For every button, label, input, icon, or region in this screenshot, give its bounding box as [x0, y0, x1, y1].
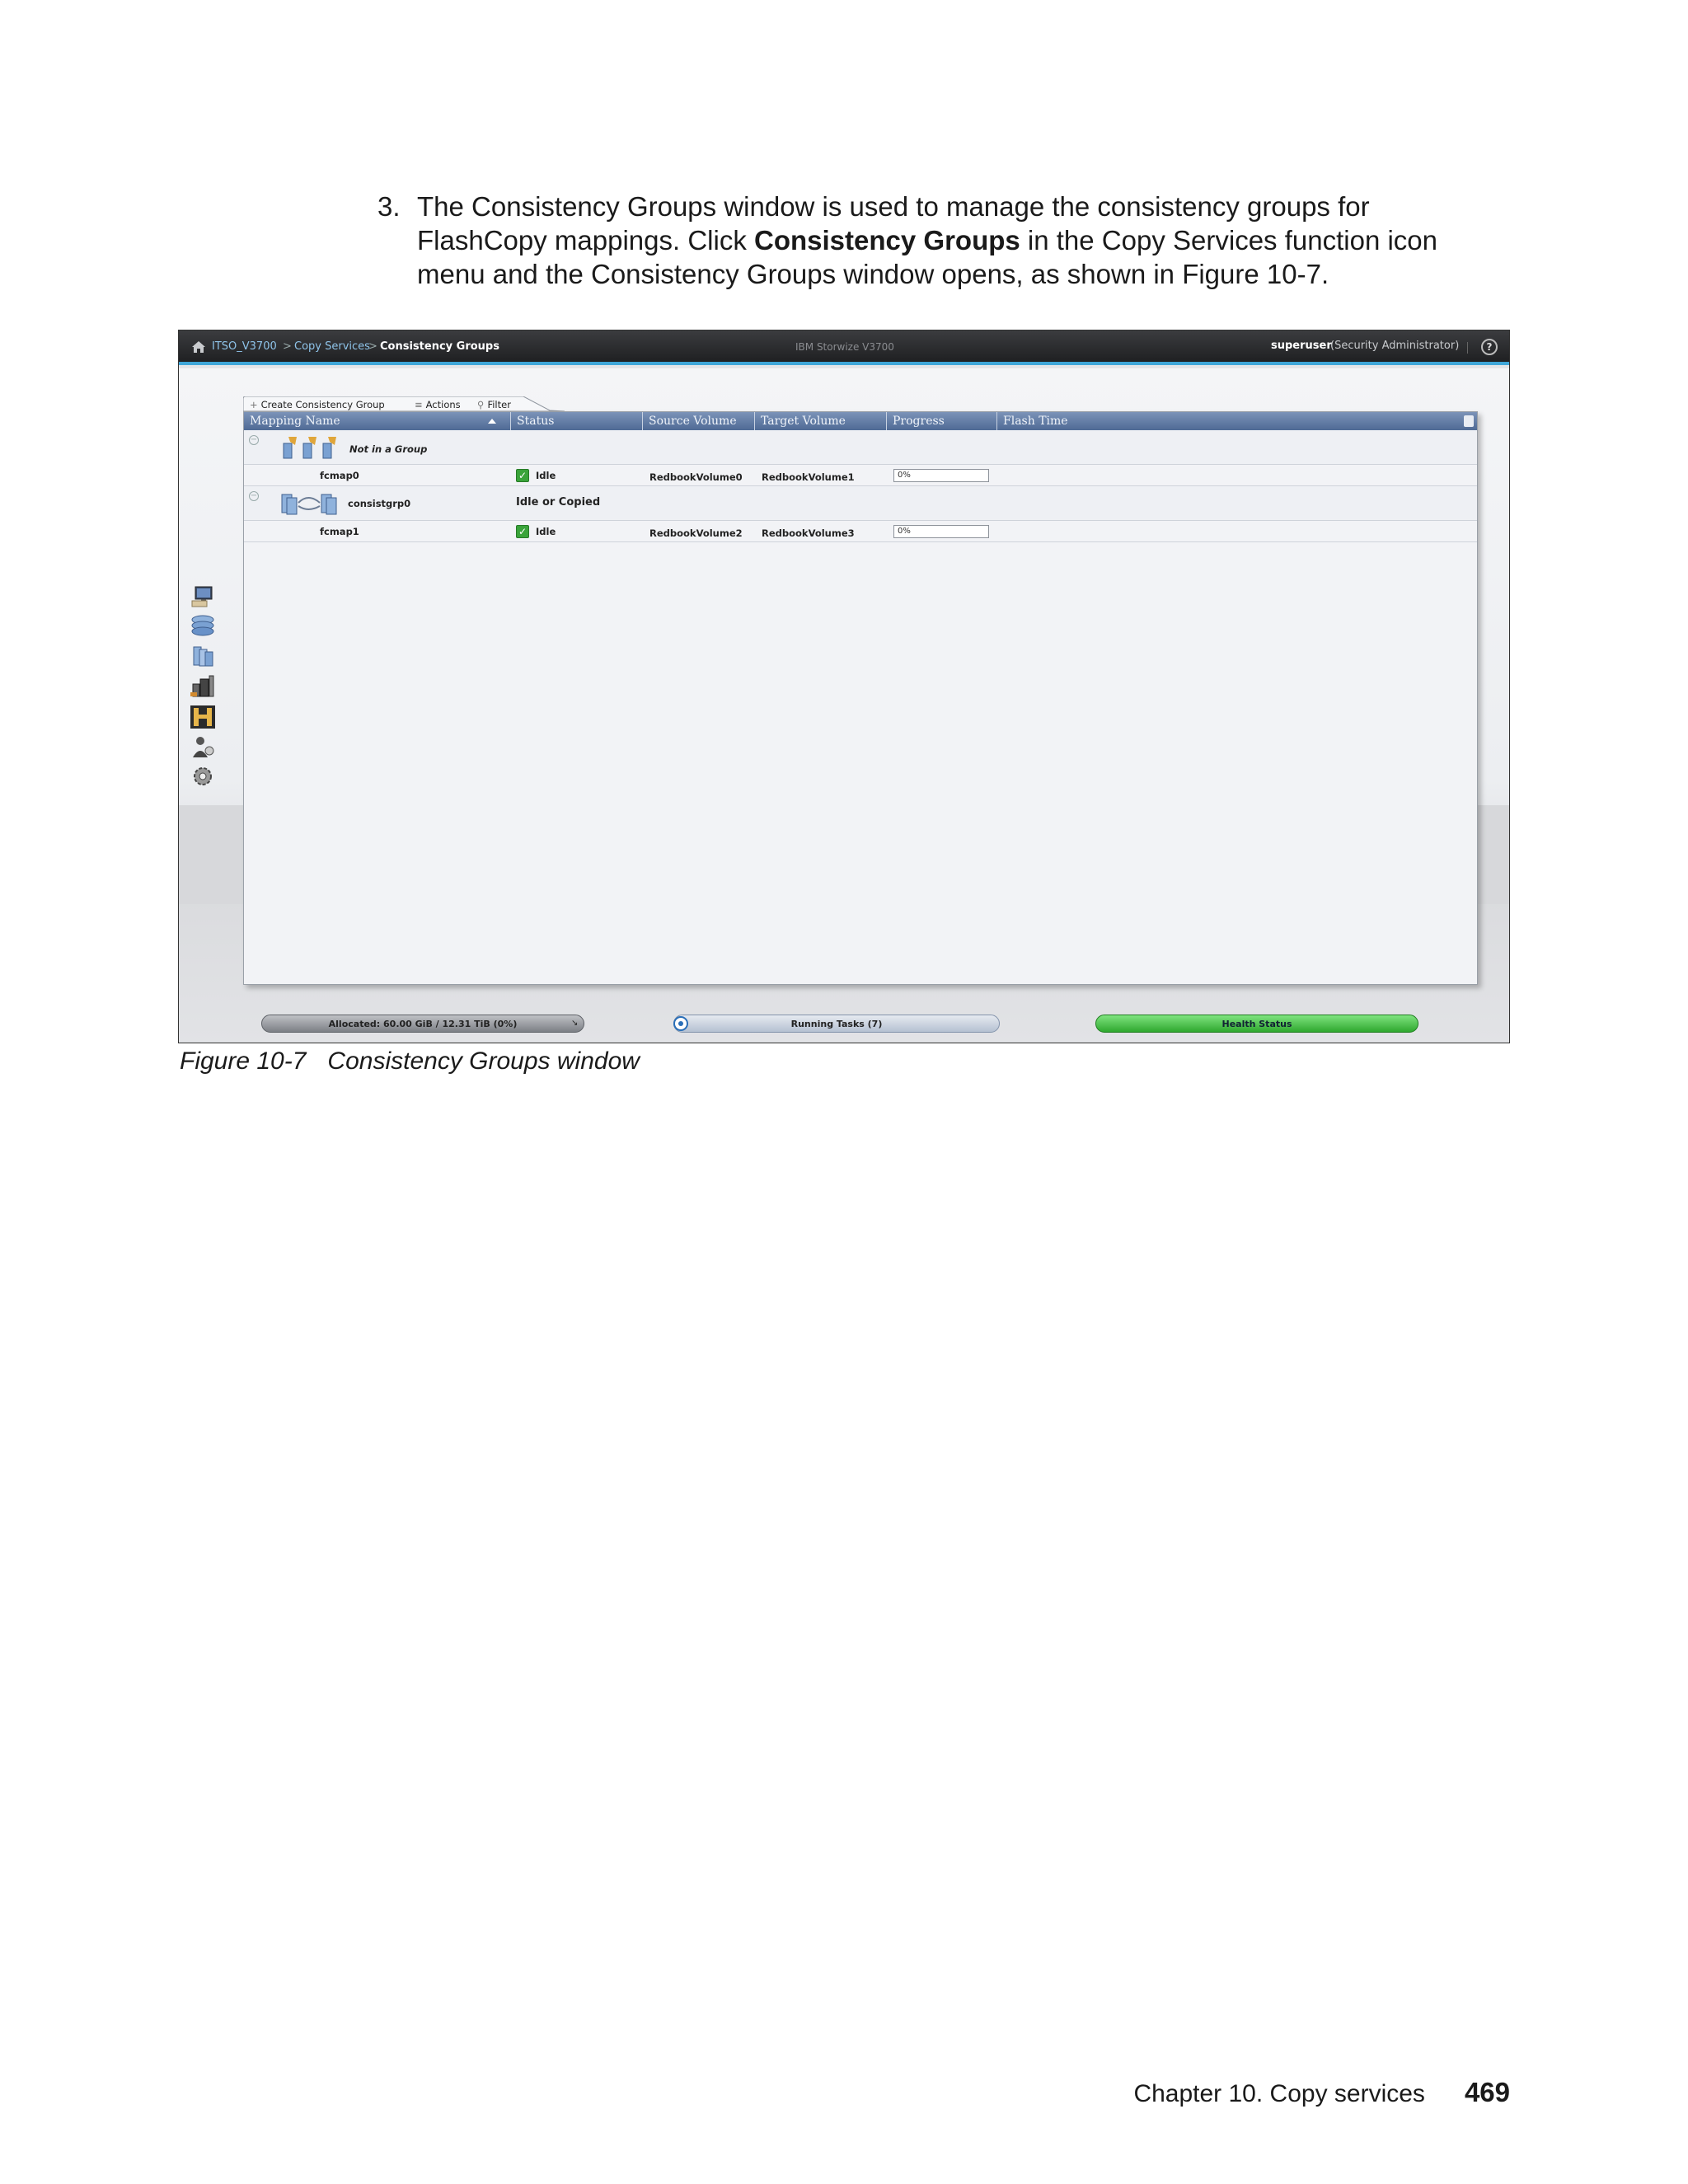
progress-label: 0% — [898, 527, 911, 536]
plus-icon: + — [250, 399, 258, 410]
progress-label: 0% — [898, 471, 911, 480]
breadcrumb-system[interactable]: ITSO_V3700 — [212, 340, 277, 353]
step-text: The Consistency Groups window is used to… — [417, 190, 1472, 291]
column-header-status[interactable]: Status — [511, 412, 643, 430]
allocated-label: Allocated: 60.00 GiB / 12.31 TiB (0%) — [328, 1019, 518, 1029]
source-volume: RedbookVolume0 — [649, 471, 743, 483]
consistency-groups-screenshot: ITSO_V3700 > Copy Services > Consistency… — [178, 330, 1510, 1043]
step-text-bold: Consistency Groups — [754, 225, 1020, 255]
consistency-group-icon — [281, 494, 337, 515]
product-name: IBM Storwize V3700 — [795, 341, 894, 353]
settings-icon[interactable] — [189, 764, 217, 789]
expand-icon[interactable]: ↘ — [571, 1019, 578, 1028]
column-label: Source Volume — [649, 415, 737, 428]
volumes-icon[interactable] — [189, 644, 217, 668]
sort-ascending-icon — [488, 419, 496, 424]
mapping-status: Idle — [536, 526, 556, 537]
filter-label: Filter — [487, 399, 511, 410]
filter-button[interactable]: ⚲ Filter — [477, 399, 511, 410]
check-icon: ✓ — [516, 469, 529, 482]
breadcrumb-copy-services[interactable]: Copy Services — [294, 340, 370, 353]
home-icon[interactable] — [191, 340, 206, 354]
consistency-groups-table: Mapping Name Status Source Volume Target… — [243, 411, 1478, 985]
target-volume: RedbookVolume1 — [762, 471, 855, 483]
user-name[interactable]: superuser — [1271, 340, 1332, 352]
table-header: Mapping Name Status Source Volume Target… — [244, 412, 1477, 430]
list-icon: ≡ — [415, 399, 423, 410]
breadcrumb-separator: > — [283, 340, 292, 353]
breadcrumb-separator: > — [368, 340, 377, 353]
group-row[interactable]: − Not in a Group — [244, 430, 1477, 465]
search-icon: ⚲ — [477, 399, 485, 410]
mapping-name: fcmap0 — [320, 470, 359, 481]
mapping-status: Idle — [536, 470, 556, 481]
running-tasks-label: Running Tasks (7) — [790, 1019, 883, 1029]
column-header-target-volume[interactable]: Target Volume — [755, 412, 887, 430]
collapse-icon[interactable]: − — [249, 435, 259, 445]
table-row[interactable]: fcmap0 ✓ Idle RedbookVolume0 RedbookVolu… — [244, 465, 1477, 486]
group-status: Idle or Copied — [516, 496, 601, 509]
progress-bar: 0% — [893, 525, 989, 538]
collapse-icon[interactable]: − — [249, 491, 259, 501]
group-name: consistgrp0 — [348, 498, 411, 509]
running-tasks-icon — [673, 1016, 688, 1031]
step-number: 3. — [377, 191, 401, 222]
footer-chapter: Chapter 10. Copy services — [1133, 2080, 1425, 2107]
breadcrumb-current: Consistency Groups — [380, 340, 499, 353]
top-bar: ITSO_V3700 > Copy Services > Consistency… — [179, 330, 1509, 365]
column-config-icon[interactable] — [1464, 415, 1474, 427]
figure-label: Figure 10-7 — [180, 1047, 307, 1075]
access-icon[interactable] — [189, 734, 217, 759]
figure-title: Consistency Groups window — [327, 1047, 640, 1075]
figure-caption: Figure 10-7 Consistency Groups window — [180, 1047, 640, 1076]
column-label: Status — [517, 415, 555, 428]
progress-bar: 0% — [893, 469, 989, 482]
mapping-group-icon — [283, 437, 336, 459]
pools-icon[interactable] — [189, 613, 217, 638]
help-icon[interactable]: ? — [1481, 339, 1498, 355]
page-number: 469 — [1464, 2077, 1510, 2107]
group-name: Not in a Group — [349, 443, 428, 455]
create-consistency-group-button[interactable]: + Create Consistency Group — [250, 399, 385, 410]
copy-services-icon[interactable] — [189, 705, 217, 729]
allocated-capacity-bar[interactable]: Allocated: 60.00 GiB / 12.31 TiB (0%) — [261, 1015, 584, 1033]
health-status-bar[interactable]: Health Status — [1095, 1015, 1418, 1033]
divider — [1467, 342, 1468, 354]
actions-label: Actions — [425, 399, 461, 410]
check-icon: ✓ — [516, 525, 529, 538]
column-label: Mapping Name — [250, 415, 340, 428]
column-label: Flash Time — [1003, 415, 1068, 428]
column-label: Target Volume — [761, 415, 846, 428]
monitoring-icon[interactable] — [189, 584, 217, 609]
group-row[interactable]: − consistgrp0 Idle or Copied — [244, 486, 1477, 521]
user-role: (Security Administrator) — [1330, 340, 1460, 352]
column-label: Progress — [893, 415, 945, 428]
running-tasks-bar[interactable]: Running Tasks (7) — [673, 1015, 1000, 1033]
column-header-mapping-name[interactable]: Mapping Name — [244, 412, 511, 430]
source-volume: RedbookVolume2 — [649, 527, 743, 539]
column-header-flash-time[interactable]: Flash Time — [997, 412, 1245, 430]
column-header-progress[interactable]: Progress — [887, 412, 997, 430]
mapping-name: fcmap1 — [320, 526, 359, 537]
health-status-label: Health Status — [1221, 1019, 1292, 1029]
table-toolbar: + Create Consistency Group ≡ Actions ⚲ Filt… — [243, 396, 565, 411]
hosts-icon[interactable] — [189, 674, 217, 699]
target-volume: RedbookVolume3 — [762, 527, 855, 539]
actions-button[interactable]: ≡ Actions — [415, 399, 461, 410]
page-footer: Chapter 10. Copy services 469 — [1133, 2077, 1510, 2108]
create-consistency-group-label: Create Consistency Group — [260, 399, 385, 410]
table-row[interactable]: fcmap1 ✓ Idle RedbookVolume2 RedbookVolu… — [244, 521, 1477, 542]
column-header-source-volume[interactable]: Source Volume — [643, 412, 755, 430]
